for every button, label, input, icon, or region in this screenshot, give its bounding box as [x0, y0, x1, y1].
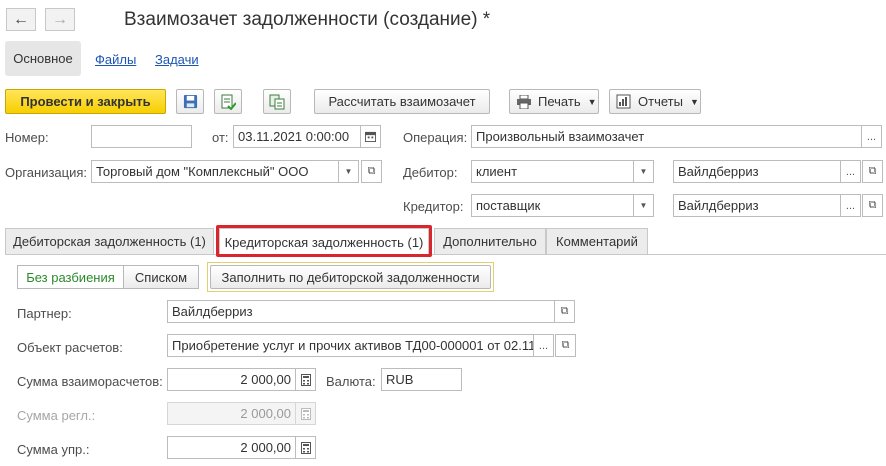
copy-document-icon	[269, 94, 285, 109]
currency-label: Валюта:	[326, 374, 376, 389]
open-link-icon: ⧉	[868, 165, 877, 177]
settlement-object-open-button[interactable]: ⧉	[555, 334, 576, 357]
fill-from-receivables-button[interactable]: Заполнить по дебиторской задолженности	[210, 265, 491, 289]
partner-open-button[interactable]: ⧉	[554, 300, 575, 323]
partner-label: Партнер:	[17, 306, 72, 321]
open-link-icon: ⧉	[868, 199, 877, 211]
arrow-left-icon: ←	[13, 10, 29, 28]
chevron-down-icon: ▼	[639, 167, 648, 176]
section-link-files[interactable]: Файлы	[95, 52, 136, 67]
tabbar-divider	[5, 254, 886, 255]
regulated-sum-label: Сумма регл.:	[17, 408, 96, 423]
settlement-object-field[interactable]: Приобретение услуг и прочих активов ТД00…	[167, 334, 534, 357]
debtor-label: Дебитор:	[403, 165, 458, 180]
organization-field[interactable]: Торговый дом "Комплексный" ООО	[91, 160, 339, 183]
tab-receivables[interactable]: Дебиторская задолженность (1)	[5, 228, 214, 254]
chevron-down-icon: ▼	[344, 167, 353, 176]
section-link-tasks[interactable]: Задачи	[155, 52, 199, 67]
dropdown-arrow-icon: ▼	[689, 96, 699, 107]
date-label: от:	[212, 130, 229, 145]
calculator-icon	[300, 441, 311, 454]
post-document-icon	[221, 94, 236, 110]
dropdown-arrow-icon: ▼	[587, 96, 597, 107]
open-link-icon: ⧉	[561, 339, 570, 351]
arrow-right-icon: →	[52, 10, 68, 28]
date-field[interactable]: 03.11.2021 0:00:00	[233, 125, 361, 148]
back-button[interactable]: ←	[6, 8, 36, 31]
tab-payables[interactable]: Кредиторская задолженность (1)	[219, 228, 429, 255]
management-sum-field[interactable]: 2 000,00	[167, 436, 296, 459]
ellipsis-icon: ...	[845, 165, 856, 178]
partner-field[interactable]: Вайлдберриз	[167, 300, 555, 323]
ellipsis-icon: ...	[845, 199, 856, 212]
print-button[interactable]: Печать ▼	[509, 89, 599, 114]
calculator-icon	[300, 373, 311, 386]
section-tab-main[interactable]: Основное	[5, 41, 81, 76]
debtor-type-field[interactable]: клиент	[471, 160, 634, 183]
currency-field[interactable]: RUB	[381, 368, 462, 391]
tab-comment[interactable]: Комментарий	[546, 228, 648, 254]
creditor-label: Кредитор:	[403, 199, 464, 214]
management-sum-label: Сумма упр.:	[17, 442, 90, 457]
tab-additional[interactable]: Дополнительно	[434, 228, 546, 254]
operation-select-button[interactable]: ...	[861, 125, 882, 148]
settlement-object-label: Объект расчетов:	[17, 340, 123, 355]
number-field[interactable]	[91, 125, 192, 148]
copy-button[interactable]	[263, 89, 291, 114]
open-link-icon: ⧉	[367, 165, 376, 177]
creditor-field[interactable]: Вайлдберриз	[673, 194, 841, 217]
reports-label: Отчеты	[638, 94, 683, 109]
organization-label: Организация:	[5, 165, 88, 180]
number-label: Номер:	[5, 130, 49, 145]
ellipsis-icon: ...	[866, 130, 877, 143]
calculator-icon	[300, 407, 311, 420]
printer-icon	[517, 94, 531, 109]
regulated-sum-field: 2 000,00	[167, 402, 296, 425]
settlement-object-select-button[interactable]: ...	[533, 334, 554, 357]
report-icon	[616, 94, 631, 109]
settlement-sum-label: Сумма взаиморасчетов:	[17, 374, 163, 389]
operation-label: Операция:	[403, 130, 468, 145]
creditor-type-dropdown-button[interactable]: ▼	[633, 194, 654, 217]
organization-open-button[interactable]: ⧉	[361, 160, 382, 183]
creditor-open-button[interactable]: ⧉	[862, 194, 883, 217]
floppy-disk-icon	[183, 94, 197, 109]
calculate-offset-button[interactable]: Рассчитать взаимозачет	[314, 89, 490, 114]
settlement-sum-calculator-button[interactable]	[295, 368, 316, 391]
calendar-icon	[365, 131, 376, 142]
regulated-sum-calculator-button	[295, 402, 316, 425]
ellipsis-icon: ...	[538, 339, 549, 352]
page-title: Взаимозачет задолженности (создание) *	[124, 9, 491, 30]
debtor-type-dropdown-button[interactable]: ▼	[633, 160, 654, 183]
creditor-type-field[interactable]: поставщик	[471, 194, 634, 217]
post-and-close-button[interactable]: Провести и закрыть	[5, 89, 166, 114]
reports-button[interactable]: Отчеты ▼	[609, 89, 701, 114]
chevron-down-icon: ▼	[639, 201, 648, 210]
debtor-field[interactable]: Вайлдберриз	[673, 160, 841, 183]
post-button[interactable]	[214, 89, 242, 114]
calendar-button[interactable]	[360, 125, 381, 148]
forward-button[interactable]: →	[45, 8, 75, 31]
debtor-open-button[interactable]: ⧉	[862, 160, 883, 183]
creditor-select-button[interactable]: ...	[840, 194, 861, 217]
settlement-sum-field[interactable]: 2 000,00	[167, 368, 296, 391]
organization-dropdown-button[interactable]: ▼	[338, 160, 359, 183]
operation-field[interactable]: Произвольный взаимозачет	[471, 125, 862, 148]
save-button[interactable]	[176, 89, 204, 114]
mode-no-split-toggle[interactable]: Без разбиения	[17, 265, 124, 289]
debtor-select-button[interactable]: ...	[840, 160, 861, 183]
management-sum-calculator-button[interactable]	[295, 436, 316, 459]
print-label: Печать	[538, 94, 581, 109]
open-link-icon: ⧉	[560, 305, 569, 317]
mode-list-toggle[interactable]: Списком	[123, 265, 199, 289]
